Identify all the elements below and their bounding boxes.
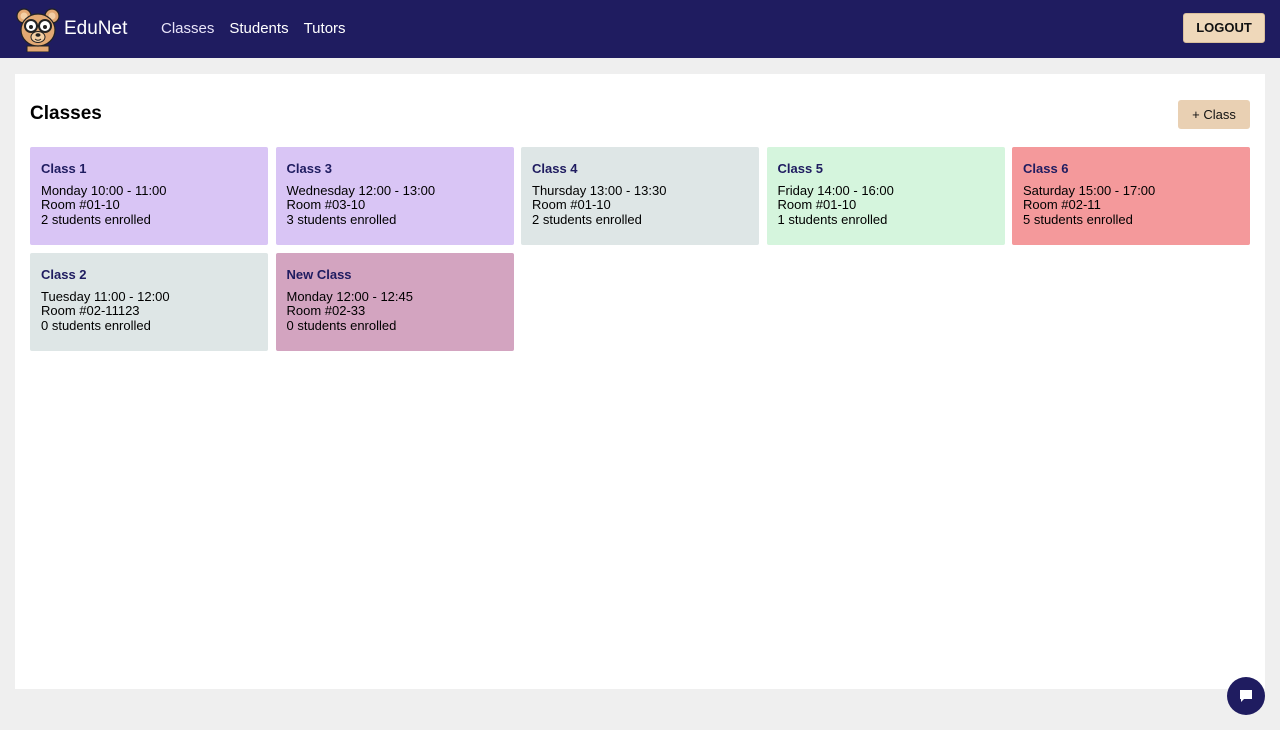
class-card-grid: Class 1 Monday 10:00 - 11:00 Room #01-10… <box>30 147 1250 351</box>
class-card-room: Room #02-33 <box>286 303 366 319</box>
class-card-title: Class 1 <box>41 161 87 176</box>
class-card-schedule: Monday 10:00 - 11:00 <box>41 183 167 198</box>
page-title: Classes <box>30 103 102 124</box>
class-card-title: Class 3 <box>286 161 333 176</box>
class-card-schedule: Wednesday 12:00 - 13:00 <box>286 183 436 198</box>
class-card-title: Class 2 <box>41 267 87 282</box>
class-card-enrolled: 5 students enrolled <box>1023 211 1133 227</box>
class-card-room: Room #02-11123 <box>41 303 140 319</box>
add-class-button[interactable]: + Class <box>1178 100 1250 129</box>
class-card-room: Room #01-10 <box>532 197 611 213</box>
class-card-title: Class 4 <box>532 161 578 176</box>
classes-panel: Classes + Class Class 1 Monday 10:00 - 1… <box>15 74 1265 689</box>
class-card-room: Room #02-11 <box>1023 197 1101 213</box>
class-card-schedule: Thursday 13:00 - 13:30 <box>532 183 667 198</box>
class-card[interactable]: Class 6 Saturday 15:00 - 17:00 Room #02-… <box>1012 147 1250 245</box>
class-card-title: Class 5 <box>777 161 824 176</box>
top-navbar: EduNet Classes Students Tutors LOGOUT <box>0 0 1280 58</box>
class-card[interactable]: Class 3 Wednesday 12:00 - 13:00 Room #03… <box>275 147 514 245</box>
chat-button[interactable] <box>1227 677 1265 715</box>
class-card-schedule: Saturday 15:00 - 17:00 <box>1023 183 1156 198</box>
class-card-room: Room #03-10 <box>286 197 366 213</box>
class-card-enrolled: 2 students enrolled <box>532 211 642 227</box>
logout-button[interactable]: LOGOUT <box>1183 13 1265 43</box>
class-card-title: Class 6 <box>1023 161 1069 176</box>
nav-item-students[interactable]: Students <box>229 20 288 38</box>
brand-name[interactable]: EduNet <box>64 17 127 41</box>
class-card-room: Room #01-10 <box>41 197 120 213</box>
main-nav: Classes Students Tutors <box>161 20 346 38</box>
chat-bubble-icon <box>1240 690 1252 702</box>
class-card-enrolled: 0 students enrolled <box>286 317 397 333</box>
bear-logo-icon[interactable] <box>15 6 61 53</box>
class-card-schedule: Tuesday 11:00 - 12:00 <box>41 289 170 304</box>
class-card[interactable]: Class 2 Tuesday 11:00 - 12:00 Room #02-1… <box>30 253 268 351</box>
class-card[interactable]: Class 5 Friday 14:00 - 16:00 Room #01-10… <box>766 147 1005 245</box>
class-card-enrolled: 3 students enrolled <box>286 211 397 227</box>
nav-item-classes[interactable]: Classes <box>161 20 214 38</box>
class-card-room: Room #01-10 <box>777 197 857 213</box>
class-card-enrolled: 2 students enrolled <box>41 211 151 227</box>
class-card-schedule: Monday 12:00 - 12:45 <box>286 289 413 304</box>
class-card[interactable]: Class 1 Monday 10:00 - 11:00 Room #01-10… <box>30 147 268 245</box>
class-card-enrolled: 0 students enrolled <box>41 317 151 333</box>
class-card-schedule: Friday 14:00 - 16:00 <box>777 183 894 198</box>
class-card[interactable]: Class 4 Thursday 13:00 - 13:30 Room #01-… <box>521 147 759 245</box>
class-card-enrolled: 1 students enrolled <box>777 211 888 227</box>
nav-item-tutors[interactable]: Tutors <box>304 20 346 38</box>
class-card-title: New Class <box>286 267 352 282</box>
class-card[interactable]: New Class Monday 12:00 - 12:45 Room #02-… <box>275 253 514 351</box>
